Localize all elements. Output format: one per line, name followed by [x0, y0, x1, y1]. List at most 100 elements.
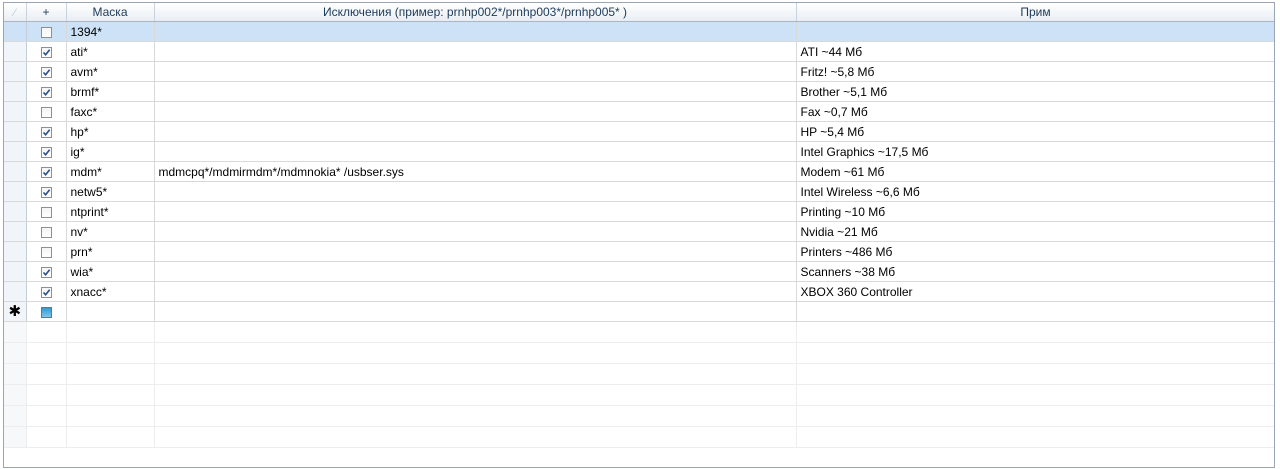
checkbox-cell[interactable] [26, 161, 67, 182]
note-cell[interactable]: Fax ~0,7 Мб [796, 101, 1274, 122]
corner-header[interactable]: ⁄ [4, 3, 27, 22]
exclusions-cell[interactable] [154, 261, 797, 282]
row-selector[interactable] [4, 81, 27, 102]
table-row[interactable]: faxc* Fax ~0,7 Мб [4, 101, 1274, 122]
table-row[interactable]: prn* Printers ~486 Мб [4, 241, 1274, 262]
checkbox-cell[interactable] [26, 101, 67, 122]
row-selector[interactable] [4, 41, 27, 62]
note-cell[interactable]: Intel Graphics ~17,5 Мб [796, 141, 1274, 162]
table-row[interactable]: netw5* Intel Wireless ~6,6 Мб [4, 181, 1274, 202]
new-row[interactable]: ✱ [4, 301, 1274, 322]
table-row[interactable]: wia* Scanners ~38 Мб [4, 261, 1274, 282]
enabled-checkbox[interactable] [40, 286, 52, 298]
exclusions-cell[interactable] [154, 241, 797, 262]
note-cell[interactable]: XBOX 360 Controller [796, 281, 1274, 302]
mask-cell[interactable]: mdm* [66, 161, 155, 182]
enabled-checkbox[interactable] [40, 46, 52, 58]
exclusions-cell[interactable] [154, 281, 797, 302]
note-cell[interactable]: Scanners ~38 Мб [796, 261, 1274, 282]
checkbox-cell[interactable] [26, 61, 67, 82]
exclusions-cell[interactable] [154, 221, 797, 242]
enabled-checkbox[interactable] [40, 206, 52, 218]
mask-cell[interactable]: netw5* [66, 181, 155, 202]
exclusions-cell[interactable] [154, 201, 797, 222]
exclusions-cell[interactable] [154, 181, 797, 202]
mask-cell[interactable]: faxc* [66, 101, 155, 122]
checkbox-cell[interactable] [26, 141, 67, 162]
table-row[interactable]: 1394* [4, 21, 1274, 42]
exclusions-cell[interactable] [154, 101, 797, 122]
note-cell[interactable]: Modem ~61 Мб [796, 161, 1274, 182]
table-row[interactable]: ati* ATI ~44 Мб [4, 41, 1274, 62]
checkbox-cell[interactable] [26, 41, 67, 62]
note-cell[interactable] [796, 21, 1274, 42]
table-row[interactable]: avm* Fritz! ~5,8 Мб [4, 61, 1274, 82]
exclusions-cell[interactable] [154, 61, 797, 82]
new-row-checkbox[interactable] [40, 306, 52, 318]
add-column-header[interactable]: + [26, 3, 67, 22]
note-cell[interactable]: Nvidia ~21 Мб [796, 221, 1274, 242]
row-selector[interactable] [4, 61, 27, 82]
mask-cell[interactable]: xnacc* [66, 281, 155, 302]
mask-cell[interactable]: nv* [66, 221, 155, 242]
table-row[interactable]: ig* Intel Graphics ~17,5 Мб [4, 141, 1274, 162]
table-row[interactable]: ntprint* Printing ~10 Мб [4, 201, 1274, 222]
enabled-checkbox[interactable] [40, 186, 52, 198]
enabled-checkbox[interactable] [40, 26, 52, 38]
table-row[interactable]: hp* HP ~5,4 Мб [4, 121, 1274, 142]
note-cell[interactable]: Brother ~5,1 Мб [796, 81, 1274, 102]
enabled-checkbox[interactable] [40, 166, 52, 178]
note-cell[interactable]: Printers ~486 Мб [796, 241, 1274, 262]
checkbox-cell[interactable] [26, 181, 67, 202]
mask-cell[interactable]: ig* [66, 141, 155, 162]
checkbox-cell[interactable] [26, 21, 67, 42]
exclusions-cell[interactable] [154, 21, 797, 42]
checkbox-cell[interactable] [26, 281, 67, 302]
mask-cell[interactable]: hp* [66, 121, 155, 142]
checkbox-cell[interactable] [26, 241, 67, 262]
row-selector[interactable] [4, 181, 27, 202]
exclusions-cell[interactable] [154, 41, 797, 62]
exclusions-column-header[interactable]: Исключения (пример: prnhp002*/prnhp003*/… [154, 3, 797, 22]
row-selector[interactable] [4, 221, 27, 242]
note-cell[interactable]: Printing ~10 Мб [796, 201, 1274, 222]
mask-column-header[interactable]: Маска [66, 3, 155, 22]
row-selector[interactable] [4, 281, 27, 302]
checkbox-cell[interactable] [26, 221, 67, 242]
new-row-selector[interactable]: ✱ [4, 301, 27, 322]
enabled-checkbox[interactable] [40, 86, 52, 98]
enabled-checkbox[interactable] [40, 246, 52, 258]
note-cell[interactable]: Intel Wireless ~6,6 Мб [796, 181, 1274, 202]
row-selector[interactable] [4, 101, 27, 122]
row-selector[interactable] [4, 241, 27, 262]
enabled-checkbox[interactable] [40, 226, 52, 238]
new-note-cell[interactable] [796, 301, 1274, 322]
row-selector[interactable] [4, 201, 27, 222]
new-mask-cell[interactable] [66, 301, 155, 322]
exclusions-cell[interactable]: mdmcpq*/mdmirmdm*/mdmnokia* /usbser.sys [154, 161, 797, 182]
mask-cell[interactable]: avm* [66, 61, 155, 82]
mask-cell[interactable]: 1394* [66, 21, 155, 42]
checkbox-cell[interactable] [26, 81, 67, 102]
mask-cell[interactable]: ntprint* [66, 201, 155, 222]
table-row[interactable]: nv* Nvidia ~21 Мб [4, 221, 1274, 242]
table-row[interactable]: xnacc* XBOX 360 Controller [4, 281, 1274, 302]
checkbox-cell[interactable] [26, 121, 67, 142]
mask-cell[interactable]: brmf* [66, 81, 155, 102]
note-cell[interactable]: HP ~5,4 Мб [796, 121, 1274, 142]
new-exclusions-cell[interactable] [154, 301, 797, 322]
mask-cell[interactable]: ati* [66, 41, 155, 62]
mask-cell[interactable]: prn* [66, 241, 155, 262]
enabled-checkbox[interactable] [40, 146, 52, 158]
enabled-checkbox[interactable] [40, 126, 52, 138]
exclusions-cell[interactable] [154, 141, 797, 162]
row-selector[interactable] [4, 141, 27, 162]
enabled-checkbox[interactable] [40, 266, 52, 278]
note-cell[interactable]: Fritz! ~5,8 Мб [796, 61, 1274, 82]
exclusions-cell[interactable] [154, 81, 797, 102]
new-checkbox-cell[interactable] [26, 301, 67, 322]
checkbox-cell[interactable] [26, 261, 67, 282]
mask-cell[interactable]: wia* [66, 261, 155, 282]
enabled-checkbox[interactable] [40, 106, 52, 118]
row-selector[interactable] [4, 161, 27, 182]
